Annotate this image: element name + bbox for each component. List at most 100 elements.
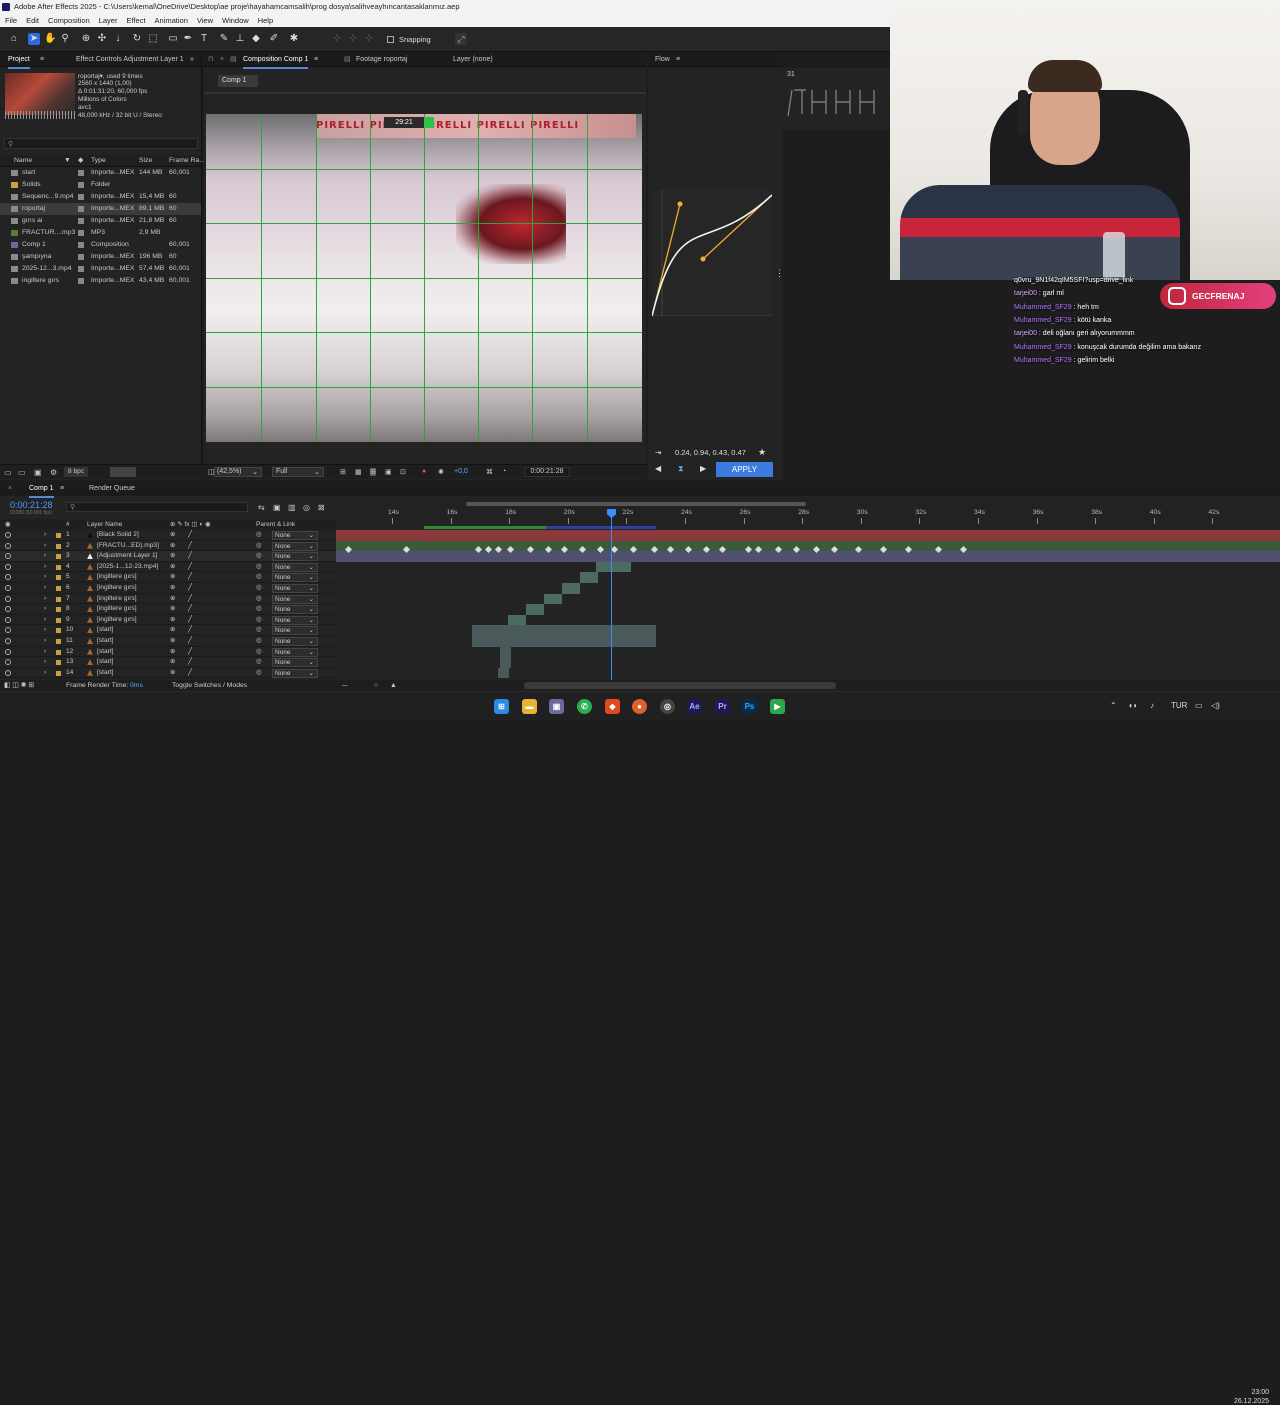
col-parent[interactable]: Parent & Link: [256, 519, 295, 530]
tray-overflow-icon[interactable]: ⌃: [1110, 701, 1117, 710]
col-layer-name[interactable]: Layer Name: [87, 519, 122, 530]
after-effects-icon[interactable]: Ae: [687, 699, 702, 714]
parent-pickwhip-icon[interactable]: ◎: [256, 657, 262, 668]
expand-triangle-icon[interactable]: ›: [44, 583, 46, 594]
panel-options-icon[interactable]: ⋮: [775, 268, 784, 279]
expand-triangle-icon[interactable]: ›: [44, 530, 46, 541]
layer-name[interactable]: [ingiltere gırs]: [97, 594, 137, 605]
quality-switch-icon[interactable]: ╱: [188, 647, 192, 658]
expand-triangle-icon[interactable]: ›: [44, 625, 46, 636]
menu-window[interactable]: Window: [222, 14, 249, 27]
project-item[interactable]: roportaj Importe...MEX 89,1 MB 60: [0, 203, 201, 215]
tab-flow[interactable]: Flow: [655, 53, 670, 67]
puppet-tool-icon[interactable]: ✱: [288, 33, 300, 45]
layer-name[interactable]: [ingiltere gırs]: [97, 583, 137, 594]
parent-dropdown[interactable]: None ⌄: [272, 584, 318, 593]
eye-visibility-icon[interactable]: [5, 563, 11, 570]
project-item[interactable]: gırıs ai Importe...MEX 21,8 MB 60: [0, 215, 201, 227]
layer-row[interactable]: › 12 [start] ⊕ ╱ ◎ None ⌄: [0, 647, 336, 658]
layer-name[interactable]: [start]: [97, 636, 114, 647]
shy-switch-icon[interactable]: ⊕: [170, 583, 176, 594]
eye-visibility-icon[interactable]: [5, 638, 11, 644]
eye-visibility-icon[interactable]: [5, 648, 11, 655]
layer-name[interactable]: [ingiltere gırs]: [97, 572, 137, 583]
layer-row[interactable]: › 2 [FRACTU...ED).mp3] ⊕ ╱ ◎ None ⌄: [0, 541, 336, 552]
layer-bar[interactable]: [336, 530, 1280, 541]
menu-help[interactable]: Help: [258, 14, 273, 27]
zoom-out-icon[interactable]: ⏤: [342, 680, 347, 691]
eye-visibility-icon[interactable]: [5, 606, 11, 613]
layer-bar[interactable]: [544, 593, 562, 605]
tab-project[interactable]: Project: [8, 53, 30, 69]
pen-tool-icon[interactable]: ✒: [182, 33, 194, 45]
lock-icon[interactable]: ⊓: [208, 53, 213, 67]
shy-switch-icon[interactable]: ⊕: [170, 657, 176, 668]
menu-file[interactable]: File: [5, 14, 17, 27]
layer-row[interactable]: › 6 [ingiltere gırs] ⊕ ╱ ◎ None ⌄: [0, 583, 336, 594]
quality-switch-icon[interactable]: ╱: [188, 583, 192, 594]
parent-dropdown[interactable]: None ⌄: [272, 541, 318, 551]
eye-visibility-icon[interactable]: [5, 595, 11, 602]
playhead-line[interactable]: [611, 512, 612, 680]
quality-switch-icon[interactable]: ╱: [188, 604, 192, 615]
layer-name[interactable]: [start]: [97, 668, 114, 679]
col-frame-rate[interactable]: Frame Ra...: [169, 155, 205, 167]
new-folder-icon[interactable]: ▭: [18, 468, 26, 477]
layer-row[interactable]: › 4 [2025-1...12-23.mp4] ⊕ ╱ ◎ None ⌄: [0, 562, 336, 573]
parent-dropdown[interactable]: None ⌄: [272, 605, 318, 615]
curve-handle-2[interactable]: [700, 256, 706, 262]
clock-date[interactable]: 26.12.2025: [1228, 1398, 1269, 1405]
eraser-tool-icon[interactable]: ◆: [250, 33, 262, 45]
timeline-scrollbar[interactable]: [524, 682, 836, 689]
easing-curve-editor[interactable]: [652, 190, 772, 316]
tab-comp1[interactable]: Comp 1: [29, 482, 54, 498]
close-tab-icon[interactable]: ×: [8, 482, 12, 496]
parent-pickwhip-icon[interactable]: ◎: [256, 647, 262, 658]
eye-visibility-icon[interactable]: [5, 669, 11, 676]
axis-world-icon[interactable]: ⊹: [347, 33, 359, 45]
menu-view[interactable]: View: [197, 14, 213, 27]
layer-row[interactable]: › 7 [ingiltere gırs] ⊕ ╱ ◎ None ⌄: [0, 594, 336, 605]
time-ruler[interactable]: 14s 16s 18s 20s 22s 24s 26s 28s 30s 32s 34s 36s 38s 4…: [336, 500, 1280, 529]
parent-pickwhip-icon[interactable]: ◎: [256, 541, 262, 552]
rectangle-tool-icon[interactable]: ▭: [167, 33, 179, 45]
file-explorer-icon[interactable]: ▬: [522, 699, 537, 714]
parent-dropdown[interactable]: None ⌄: [272, 573, 318, 583]
expand-triangle-icon[interactable]: ›: [44, 647, 46, 658]
bpc-button[interactable]: 8 bpc: [64, 467, 88, 477]
project-search-input[interactable]: ⚲: [4, 138, 198, 149]
pan-tool-icon[interactable]: ✣: [96, 33, 108, 45]
project-item[interactable]: 2025-12...3.mp4 Importe...MEX 57,4 MB 60,00…: [0, 263, 201, 275]
label-col-icon[interactable]: ◆: [78, 155, 83, 167]
tab-composition[interactable]: Composition Comp 1: [243, 53, 309, 69]
selection-tool-icon[interactable]: ➤: [28, 33, 40, 45]
language-indicator[interactable]: TUR: [1171, 701, 1187, 710]
shy-switch-icon[interactable]: ⊕: [170, 562, 176, 573]
close-tab-icon[interactable]: ×: [220, 53, 224, 67]
parent-pickwhip-icon[interactable]: ◎: [256, 551, 262, 562]
layer-row[interactable]: › 10 [start] ⊕ ╱ ◎ None ⌄: [0, 625, 336, 636]
copy-values-icon[interactable]: ⇥: [655, 448, 661, 457]
layer-name[interactable]: [start]: [97, 657, 114, 668]
anchor-tool-icon[interactable]: ⬚: [147, 33, 159, 45]
tab-menu-icon[interactable]: ≡: [60, 482, 64, 496]
expand-triangle-icon[interactable]: ›: [44, 551, 46, 562]
start-button-icon[interactable]: ⊞: [494, 699, 509, 714]
draft-3d-icon[interactable]: ▣: [273, 503, 281, 512]
firefox-icon[interactable]: ●: [632, 699, 647, 714]
grid-toggle-icon[interactable]: ⊞: [370, 468, 376, 476]
menu-effect[interactable]: Effect: [126, 14, 145, 27]
color-management-icon[interactable]: ✺: [438, 468, 444, 476]
parent-dropdown[interactable]: None ⌄: [272, 626, 318, 636]
expand-triangle-icon[interactable]: ›: [44, 636, 46, 647]
dolly-tool-icon[interactable]: ↓: [112, 33, 124, 45]
sort-arrow-icon[interactable]: ▼: [64, 155, 71, 167]
expand-triangle-icon[interactable]: ›: [44, 668, 46, 679]
shy-switch-icon[interactable]: ⊕: [170, 668, 176, 679]
eye-visibility-icon[interactable]: [5, 542, 11, 549]
brush-tool-icon[interactable]: ✎: [218, 33, 230, 45]
zoom-dropdown[interactable]: (42,5%) ⌄: [214, 467, 262, 477]
shy-switch-icon[interactable]: ⊕: [170, 647, 176, 658]
project-item[interactable]: Sequenc...9.mp4 Importe...MEX 15,4 MB 60: [0, 191, 201, 203]
shy-switch-icon[interactable]: ⊕: [170, 615, 176, 626]
